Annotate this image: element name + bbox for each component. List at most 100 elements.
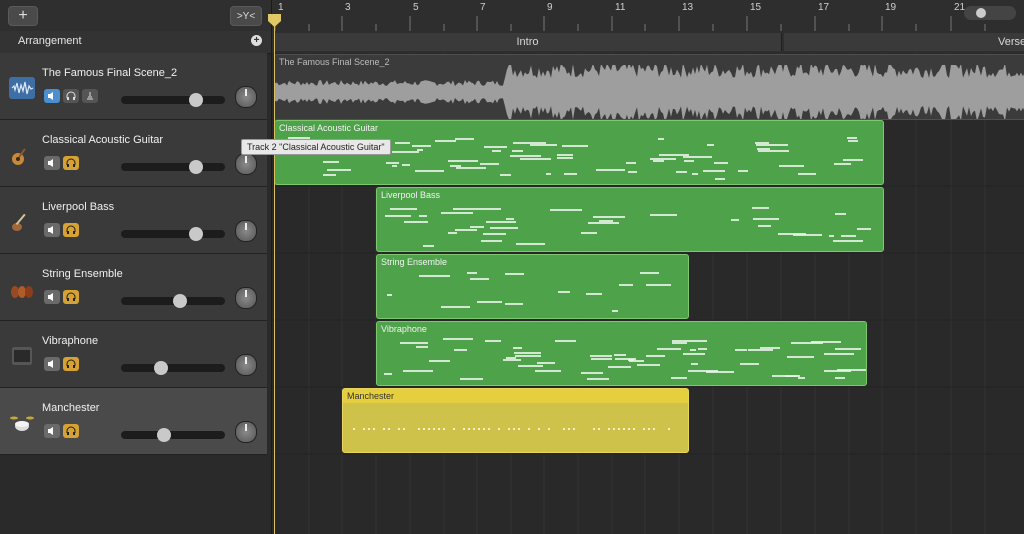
mute-button[interactable]	[44, 156, 60, 170]
drum-hit	[623, 428, 625, 430]
midi-note	[441, 305, 470, 308]
pan-knob[interactable]	[235, 220, 257, 242]
marker-label: Verse	[998, 36, 1024, 48]
drum-hit	[598, 428, 600, 430]
midi-note	[511, 150, 524, 153]
volume-knob[interactable]	[189, 227, 203, 241]
volume-slider[interactable]	[121, 361, 225, 375]
mute-button[interactable]	[44, 89, 60, 103]
midi-note	[513, 346, 522, 349]
midi-note	[504, 303, 523, 306]
arrangement-track: Intro Verse	[272, 31, 1024, 54]
drum-hit	[428, 428, 430, 430]
mute-button[interactable]	[44, 424, 60, 438]
track-header[interactable]: String Ensemble	[0, 254, 267, 321]
drum-hit	[473, 428, 475, 430]
midi-note	[561, 144, 588, 147]
pan-knob[interactable]	[235, 86, 257, 108]
drum-hit	[628, 428, 630, 430]
drum-hit	[618, 428, 620, 430]
midi-region[interactable]: Vibraphone	[376, 321, 867, 386]
volume-slider[interactable]	[121, 227, 225, 241]
midi-note	[416, 345, 428, 348]
track-name: Manchester	[42, 402, 100, 414]
volume-slider[interactable]	[121, 160, 225, 174]
filter-icon: >Y<	[236, 10, 256, 22]
track-header-selected[interactable]: Manchester	[0, 388, 267, 455]
volume-knob[interactable]	[157, 428, 171, 442]
drum-hit	[398, 428, 400, 430]
volume-knob[interactable]	[154, 361, 168, 375]
solo-button[interactable]	[63, 156, 79, 170]
arrangement-marker-intro[interactable]: Intro	[274, 33, 782, 51]
midi-note	[628, 360, 644, 362]
midi-note	[536, 362, 556, 364]
midi-region[interactable]: Liverpool Bass	[376, 187, 884, 252]
solo-button[interactable]	[63, 89, 79, 103]
drum-hit	[478, 428, 480, 430]
audio-region[interactable]: The Famous Final Scene_2	[274, 54, 1024, 120]
tracks-area[interactable]: The Famous Final Scene_2 Classical Acous…	[272, 53, 1024, 534]
input-monitor-button[interactable]	[82, 89, 98, 103]
zoom-knob[interactable]	[976, 8, 986, 18]
drum-hit	[363, 428, 365, 430]
drum-hit	[613, 428, 615, 430]
track-header[interactable]: The Famous Final Scene_2	[0, 53, 267, 120]
mute-button[interactable]	[44, 357, 60, 371]
volume-knob[interactable]	[189, 160, 203, 174]
volume-slider[interactable]	[121, 428, 225, 442]
filter-button[interactable]: >Y<	[230, 6, 262, 26]
midi-note	[506, 357, 517, 360]
zoom-slider[interactable]	[964, 6, 1016, 20]
track-header[interactable]: Vibraphone	[0, 321, 267, 388]
midi-note	[833, 239, 863, 242]
midi-note	[786, 355, 814, 358]
playhead[interactable]	[274, 20, 275, 534]
pan-knob[interactable]	[235, 287, 257, 309]
midi-note	[798, 172, 817, 175]
pan-knob[interactable]	[235, 153, 257, 175]
playhead-handle-icon[interactable]	[268, 14, 281, 27]
bass-guitar-icon	[12, 213, 26, 231]
drummer-region[interactable]: Manchester	[342, 388, 689, 453]
track-header[interactable]: Classical Acoustic Guitar	[0, 120, 267, 187]
drum-hit	[573, 428, 575, 430]
midi-note	[618, 283, 633, 286]
pan-knob[interactable]	[235, 354, 257, 376]
speaker-icon	[48, 226, 53, 234]
timeline-ruler[interactable]: 1 3 5 7 9 11 13 15 17 19 21	[272, 0, 1024, 32]
track-name: The Famous Final Scene_2	[42, 67, 178, 79]
midi-note	[784, 375, 798, 378]
volume-slider[interactable]	[121, 294, 225, 308]
volume-slider[interactable]	[121, 93, 225, 107]
volume-knob[interactable]	[173, 294, 187, 308]
midi-note	[389, 208, 418, 211]
mute-button[interactable]	[44, 223, 60, 237]
add-section-button[interactable]: +	[251, 35, 262, 46]
solo-button[interactable]	[63, 290, 79, 304]
arrangement-marker-verse[interactable]: Verse	[784, 33, 1024, 51]
midi-note	[735, 348, 748, 351]
midi-note	[483, 146, 508, 148]
midi-region[interactable]: String Ensemble	[376, 254, 689, 319]
mute-button[interactable]	[44, 290, 60, 304]
midi-note	[670, 376, 688, 379]
midi-note	[752, 206, 769, 209]
midi-note	[404, 221, 429, 224]
midi-note	[752, 218, 780, 221]
volume-knob[interactable]	[189, 93, 203, 107]
track-header[interactable]: Liverpool Bass	[0, 187, 267, 254]
midi-note	[779, 165, 804, 168]
solo-button[interactable]	[63, 223, 79, 237]
midi-note	[682, 352, 706, 355]
solo-button[interactable]	[63, 357, 79, 371]
midi-note	[452, 208, 478, 211]
solo-button[interactable]	[63, 424, 79, 438]
midi-note	[658, 154, 689, 157]
pan-knob[interactable]	[235, 421, 257, 443]
arrangement-label: Arrangement	[18, 35, 82, 47]
midi-note	[485, 220, 517, 223]
midi-note	[824, 369, 852, 372]
add-track-button[interactable]: +	[8, 6, 38, 26]
midi-note	[415, 169, 445, 172]
